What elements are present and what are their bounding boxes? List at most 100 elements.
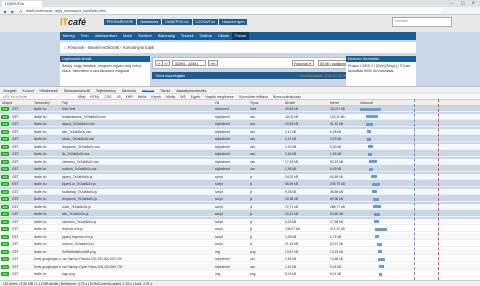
column-header[interactable]: Méret: [330, 101, 339, 105]
network-row[interactable]: 200GET fonts.googleapis.comcss?family=Rob…: [0, 256, 480, 262]
cell-method: GET: [12, 107, 19, 111]
filter-type-button[interactable]: Média: [166, 95, 175, 99]
top-menu-item[interactable]: PROHARDVER!: [104, 19, 137, 25]
network-row[interactable]: 200 GET itcafe.hu jquery_7e2ab6c0c.js script…: [0, 173, 480, 180]
cell-size: 83,19 kB: [330, 159, 344, 164]
network-row[interactable]: 200 GET itcafe.hu site_7e2ab6c0c.js script js…: [0, 211, 480, 217]
cell-type: css: [250, 159, 255, 164]
main-nav-item[interactable]: Mérleg: [60, 32, 78, 40]
filter-type-button[interactable]: JS: [117, 95, 121, 99]
main-nav-item[interactable]: Fórum: [232, 32, 250, 40]
devtools-tab[interactable]: Akadálymentesítés: [176, 89, 206, 93]
network-row[interactable]: 200 GET itcafe.hu dropzone_7e2ab6c0c.js scri…: [0, 196, 480, 202]
network-row[interactable]: 200 GET itcafe.hu tinymce.min.js script js 146…: [0, 226, 480, 232]
site-logo[interactable]: ITcafé: [60, 17, 86, 27]
network-row[interactable]: 200 GET itcafe.hu custom_7e2ab6c0c.js script…: [0, 241, 480, 247]
timeline-bar: [375, 235, 379, 238]
main-nav-item[interactable]: Biztonság: [155, 32, 178, 40]
network-row[interactable]: 200 GET itcafe.hu netmenu_7e2ab6c0c.css styl…: [0, 158, 480, 165]
status-badge: 200: [1, 107, 9, 111]
devtools-tab[interactable]: Teljesítmény: [96, 89, 116, 93]
column-header[interactable]: Típus: [250, 101, 258, 105]
network-row[interactable]: 200 GET itcafe.hu netmenu_7e2ab6c0c.js scrip…: [0, 218, 480, 225]
network-row[interactable]: 200 GET itcafe.hu custom_7e2ab6c0c.css style…: [0, 166, 480, 172]
cell-method: GET: [12, 272, 19, 276]
column-header[interactable]: Átvitelt: [285, 101, 295, 105]
filter-type-button[interactable]: XHR: [126, 95, 133, 99]
column-header[interactable]: Ok: [215, 101, 219, 105]
column-header[interactable]: Állapot: [2, 101, 12, 105]
filter-type-button[interactable]: CSS: [105, 95, 112, 99]
network-row[interactable]: 200 GET itcafe.hu tip_7e2ab6c0c.css styleshe…: [0, 151, 480, 157]
url-filter-input[interactable]: URL-ek szűrése: [3, 95, 73, 99]
favorites-text[interactable]: Project CARS 2 | [Rev] [Bingo] | ITCafé …: [348, 64, 414, 73]
filter-type-button[interactable]: WS: [180, 95, 185, 99]
network-row[interactable]: 200 GET itcafe.hu friss.html document html 49,…: [0, 106, 480, 112]
search-input[interactable]: Keresés: [392, 17, 452, 27]
filter-type-button[interactable]: HTML: [90, 95, 99, 99]
status-badge: 200: [1, 204, 9, 209]
main-nav-item[interactable]: Galéria: [197, 32, 215, 40]
devtools-tab[interactable]: Hálózat: [141, 89, 155, 93]
devtools-tab[interactable]: Hibakereső: [40, 89, 58, 93]
network-row[interactable]: 200 GET itcafe.hu fontawesome_7e2ab6c0c.css…: [0, 113, 480, 120]
url-input[interactable]: itcafe.hu/tema/az_nagy_kormanyos_topik/f…: [22, 8, 442, 14]
column-header[interactable]: Idővonal: [360, 101, 373, 105]
pager-prev-button[interactable]: ‹‹: [162, 60, 171, 66]
network-row[interactable]: 200 GET itcafe.hu chart_7e2ab6c0c.js script j…: [0, 203, 480, 210]
top-menu-item[interactable]: Hardvert Apró: [219, 19, 248, 25]
network-row[interactable]: 200 GET itcafe.hu dropzone_7e2ab6c0c.css sty…: [0, 143, 480, 150]
network-row[interactable]: 200 GET itcafe.hu 5c99bf6a6bb4dbf8.png img pn…: [0, 248, 480, 255]
filter-type-button[interactable]: Egyéb: [191, 95, 201, 99]
filter-type-button[interactable]: Mind: [78, 95, 85, 99]
main-nav-item[interactable]: Mobil: [120, 32, 135, 40]
cell-transferred: 1,98 kB: [285, 167, 297, 171]
network-row[interactable]: 200 GET itcafe.hu jquery-tinymce.min.js scri…: [0, 233, 480, 240]
window-controls[interactable]: — ▢ ✕: [450, 0, 478, 7]
page-range-input[interactable]: 32594 - 32551: [172, 60, 206, 66]
cell-method: GET: [12, 264, 19, 269]
cell-domain: itcafe.hu: [34, 182, 47, 186]
cell-cause: stylesheet: [215, 257, 230, 261]
cell-cause: stylesheet: [215, 167, 230, 171]
network-row[interactable]: 200GET fonts.googleapis.comcss?family=Ope…: [0, 263, 480, 270]
forum-select[interactable]: Fórumok ▾: [292, 60, 314, 66]
pager-next-button[interactable]: »»: [208, 60, 218, 66]
filter-type-button[interactable]: Betűk: [138, 95, 147, 99]
filter-option[interactable]: Gyorsítótár letiltása: [239, 95, 268, 99]
top-menu-item[interactable]: GAMEPOD.hu: [162, 19, 192, 25]
filter-type-button[interactable]: Képek: [151, 95, 161, 99]
filter-option[interactable]: Nincs szabályozás: [273, 95, 301, 99]
cell-type: css: [250, 122, 255, 126]
network-row[interactable]: 200 GET itcafe.hu logo.png img png 8,43 kB 8,01…: [0, 271, 480, 277]
top-menu-item[interactable]: LOGOUT.hu: [192, 19, 219, 25]
cell-method: GET: [12, 212, 19, 216]
cell-transferred: 146,57 kB: [285, 227, 300, 231]
main-nav-item[interactable]: Tech: [78, 32, 92, 40]
timeline-bar: [367, 137, 371, 141]
breadcrumb-text[interactable]: Fórumok ‹ Bevitel eszközök ‹ Kormányos t…: [68, 45, 154, 50]
address-bar-area: ◀ ▶ ⟳ itcafe.hu/tema/az_nagy_kormanyos_t…: [0, 7, 480, 15]
network-row[interactable]: 200 GET itcafe.hu jquery-ui_7e2ab6c0c.js scr…: [0, 181, 480, 187]
main-nav-item[interactable]: Cikkek: [215, 32, 232, 40]
top-menu-item[interactable]: Mobilarena: [137, 19, 162, 25]
network-row[interactable]: 200 GET itcafe.hu layout_7e2ab6c0c.css style…: [0, 121, 480, 127]
column-header[interactable]: Tartomány: [34, 101, 50, 105]
devtools-tab[interactable]: Vizsgáló: [3, 89, 17, 93]
devtools-tab[interactable]: Memória: [122, 89, 136, 93]
cell-file: css?family=Open+Sans:300,400,600,700: [62, 264, 123, 269]
cell-cause: script: [215, 182, 223, 186]
network-row[interactable]: 200 GET itcafe.hu site_7e2ab6c0c.css stylesh…: [0, 128, 480, 135]
main-nav-item[interactable]: Tesztek: [178, 32, 197, 40]
timeline-bar: [374, 212, 381, 216]
main-nav-item[interactable]: Szoftver: [135, 32, 155, 40]
main-nav-item[interactable]: Játékszoftver: [92, 32, 120, 40]
devtools-tab[interactable]: Stílusszerkesztő: [64, 89, 90, 93]
filter-option[interactable]: Naplók megőrzése: [205, 95, 233, 99]
timeline-bar: [365, 122, 373, 126]
network-row[interactable]: 200 GET itcafe.hu photo_7e2ab6c0c.css styles…: [0, 136, 480, 142]
devtools-tab[interactable]: Tároló: [160, 89, 170, 93]
devtools-tab[interactable]: Konzol: [23, 89, 34, 93]
network-row[interactable]: 200 GET itcafe.hu bootstrap_7e2ab6c0c.js scr…: [0, 188, 480, 195]
column-header[interactable]: Fájl: [62, 101, 67, 105]
